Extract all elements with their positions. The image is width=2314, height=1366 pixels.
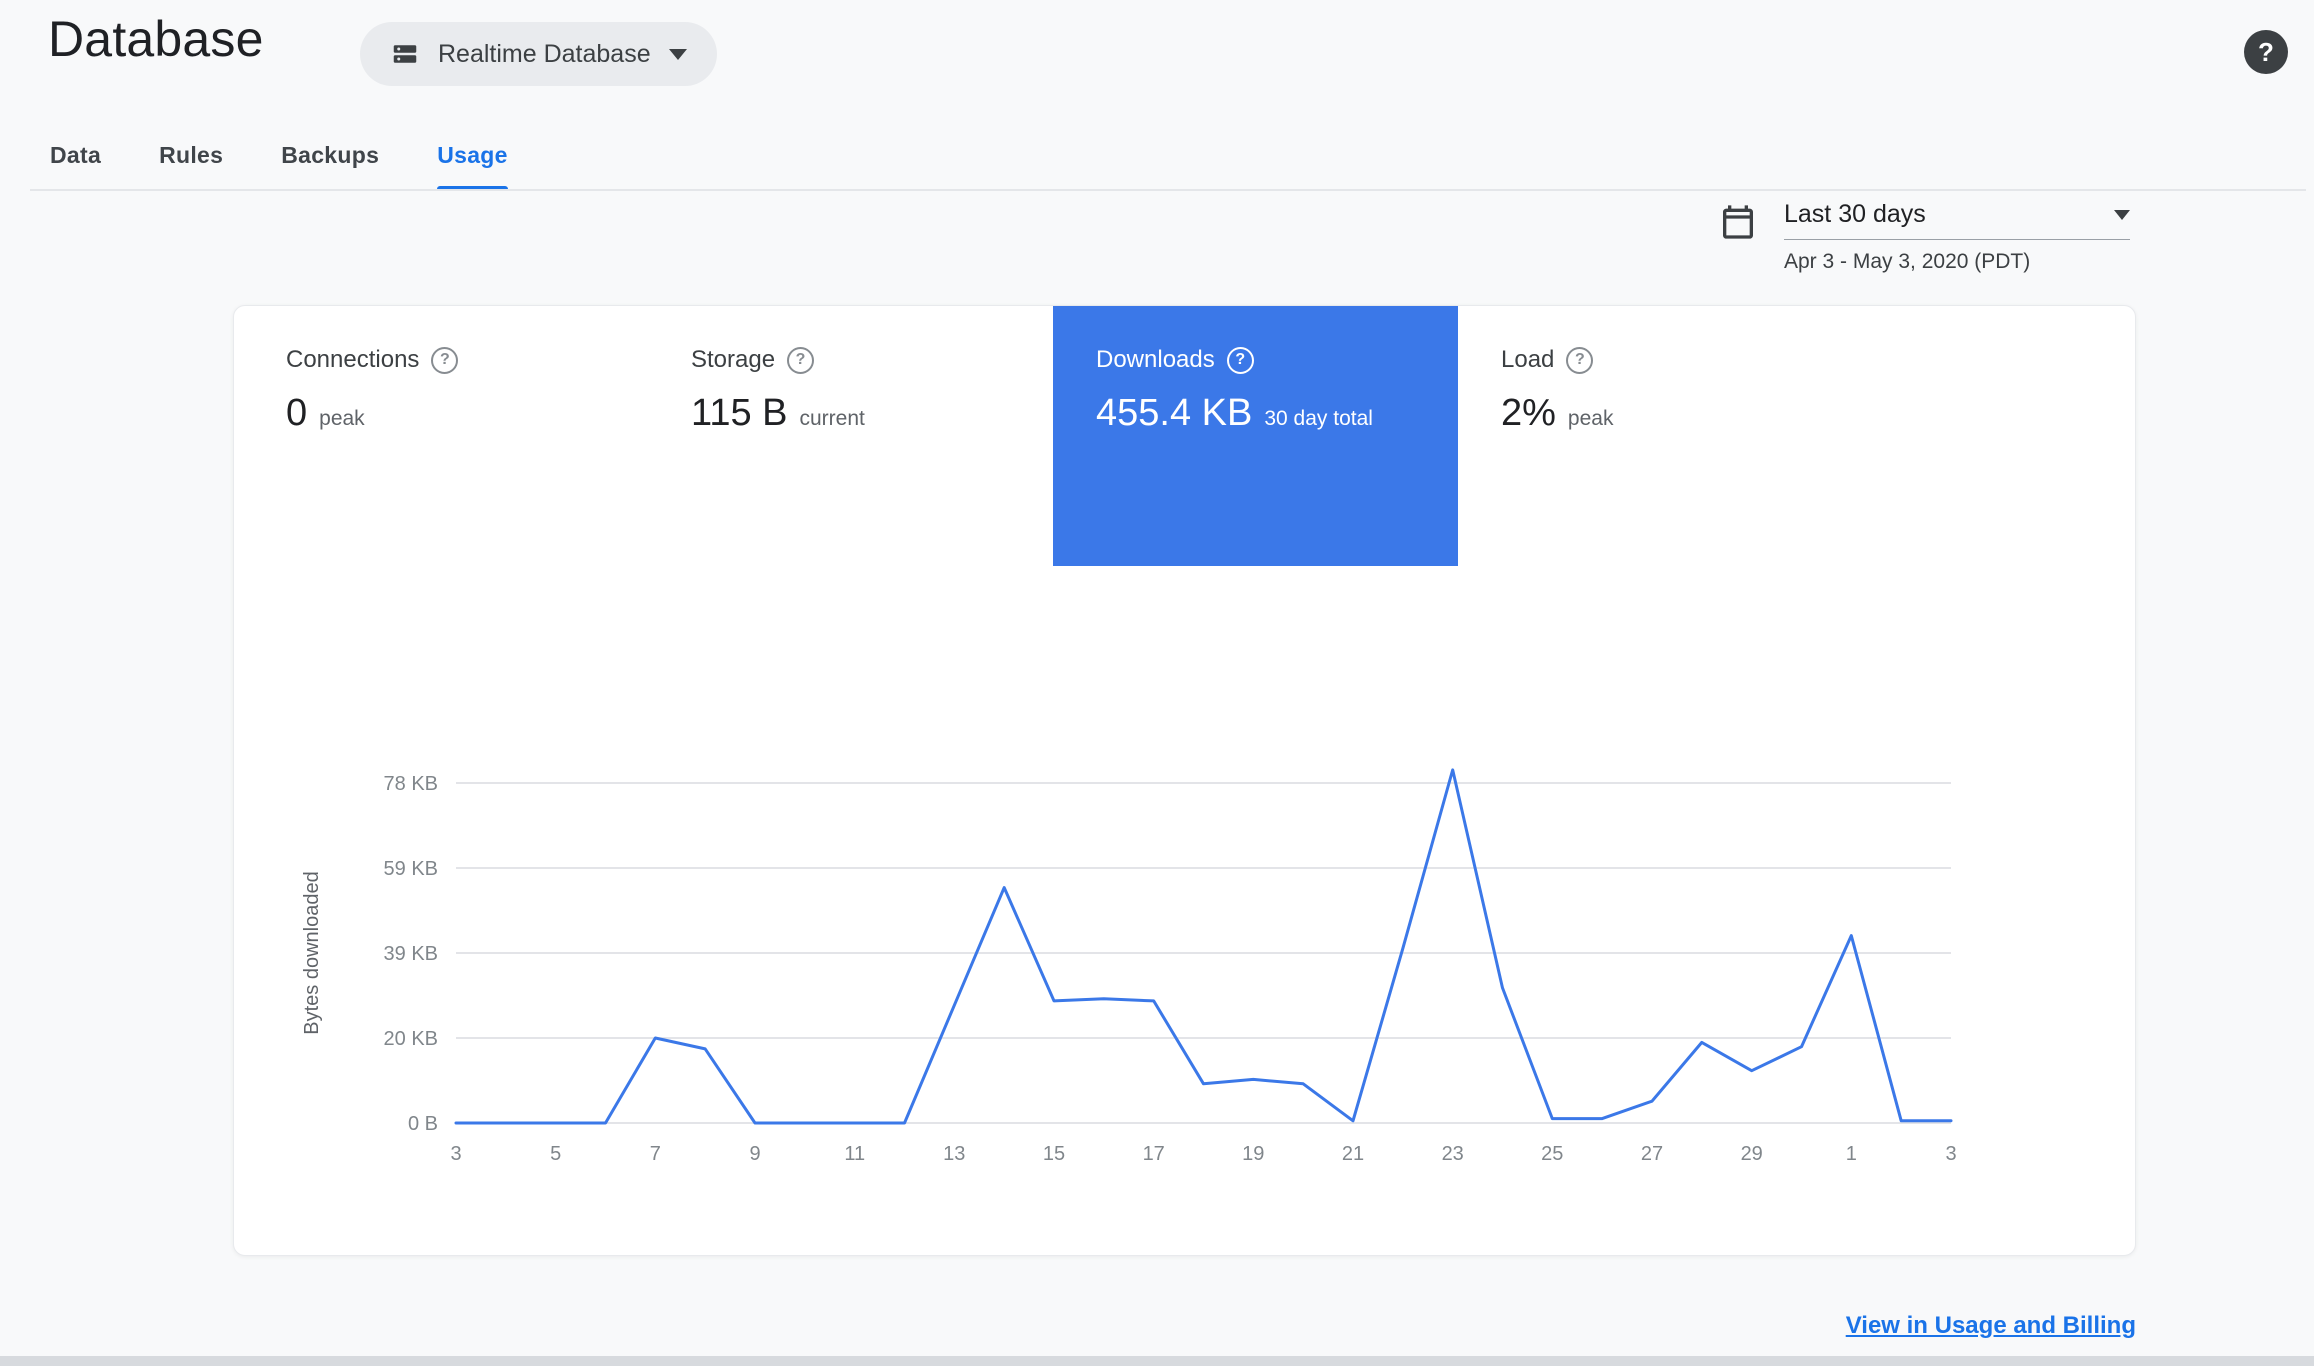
- metric-name: Storage: [691, 346, 776, 373]
- svg-text:13: 13: [943, 1143, 965, 1165]
- metric-unit: current: [799, 407, 865, 430]
- page-title: Database: [48, 11, 264, 67]
- metric-name: Connections: [286, 346, 420, 373]
- svg-text:3: 3: [1945, 1143, 1956, 1165]
- chevron-down-icon: [668, 48, 687, 60]
- help-icon[interactable]: ?: [787, 346, 815, 374]
- metric-tab-storage[interactable]: Storage ? 115 B current: [648, 306, 1053, 566]
- svg-text:1: 1: [1846, 1143, 1857, 1165]
- metric-name: Load: [1501, 346, 1555, 373]
- svg-text:19: 19: [1242, 1143, 1264, 1165]
- metric-unit: peak: [319, 407, 365, 430]
- metric-tab-downloads[interactable]: Downloads ? 455.4 KB 30 day total: [1053, 306, 1458, 566]
- usage-card: 78 KB 59 KB 39 KB 20 KB 0 B 3 5 7 9 11 13 15 17 19 21 2…: [233, 305, 2136, 1256]
- svg-text:5: 5: [550, 1143, 561, 1165]
- help-icon[interactable]: ?: [431, 346, 459, 374]
- svg-text:23: 23: [1442, 1143, 1464, 1165]
- svg-text:78 KB: 78 KB: [384, 773, 438, 795]
- bottom-strip: [0, 1356, 2314, 1366]
- svg-text:21: 21: [1342, 1143, 1364, 1165]
- svg-text:15: 15: [1043, 1143, 1065, 1165]
- database-selector-label: Realtime Database: [438, 39, 651, 68]
- tab-data[interactable]: Data: [50, 120, 101, 190]
- tab-backups[interactable]: Backups: [281, 120, 379, 190]
- svg-text:17: 17: [1143, 1143, 1165, 1165]
- tab-rules[interactable]: Rules: [159, 120, 223, 190]
- svg-text:59 KB: 59 KB: [384, 858, 438, 880]
- help-icon[interactable]: ?: [1226, 346, 1254, 374]
- svg-text:25: 25: [1541, 1143, 1563, 1165]
- metric-value: 0: [286, 392, 308, 434]
- database-icon: [390, 39, 420, 69]
- tab-bar: Data Rules Backups Usage: [50, 120, 508, 190]
- chevron-down-icon: [2114, 209, 2130, 220]
- metric-tabs: Connections ? 0 peak Storage ? 115 B cur…: [243, 306, 1863, 566]
- metric-value: 115 B: [691, 392, 788, 434]
- svg-text:20 KB: 20 KB: [384, 1028, 438, 1050]
- svg-text:29: 29: [1741, 1143, 1763, 1165]
- svg-text:7: 7: [650, 1143, 661, 1165]
- svg-text:39 KB: 39 KB: [384, 943, 438, 965]
- svg-text:9: 9: [749, 1143, 760, 1165]
- svg-text:11: 11: [844, 1143, 865, 1165]
- metric-tab-load[interactable]: Load ? 2% peak: [1458, 306, 1863, 566]
- database-selector[interactable]: Realtime Database: [360, 22, 717, 86]
- metric-tab-connections[interactable]: Connections ? 0 peak: [243, 306, 648, 566]
- svg-text:27: 27: [1641, 1143, 1663, 1165]
- help-icon[interactable]: ?: [1566, 346, 1594, 374]
- date-range-picker[interactable]: Last 30 days Apr 3 - May 3, 2020 (PDT): [1718, 200, 2130, 274]
- metric-unit: 30 day total: [1264, 407, 1373, 430]
- view-usage-billing-link[interactable]: View in Usage and Billing: [1846, 1312, 2136, 1340]
- metric-value: 2%: [1501, 392, 1556, 434]
- metric-name: Downloads: [1096, 346, 1215, 373]
- svg-text:0 B: 0 B: [408, 1113, 438, 1135]
- date-range-detail: Apr 3 - May 3, 2020 (PDT): [1784, 250, 2031, 273]
- tabs-divider: [30, 189, 2306, 191]
- metric-unit: peak: [1567, 407, 1614, 430]
- svg-text:Bytes downloaded: Bytes downloaded: [301, 871, 323, 1034]
- tab-usage[interactable]: Usage: [437, 120, 508, 190]
- help-icon[interactable]: ?: [2244, 30, 2288, 74]
- metric-value: 455.4 KB: [1096, 392, 1253, 434]
- svg-text:3: 3: [450, 1143, 461, 1165]
- date-range-label: Last 30 days: [1784, 200, 1926, 228]
- calendar-icon: [1718, 202, 1758, 274]
